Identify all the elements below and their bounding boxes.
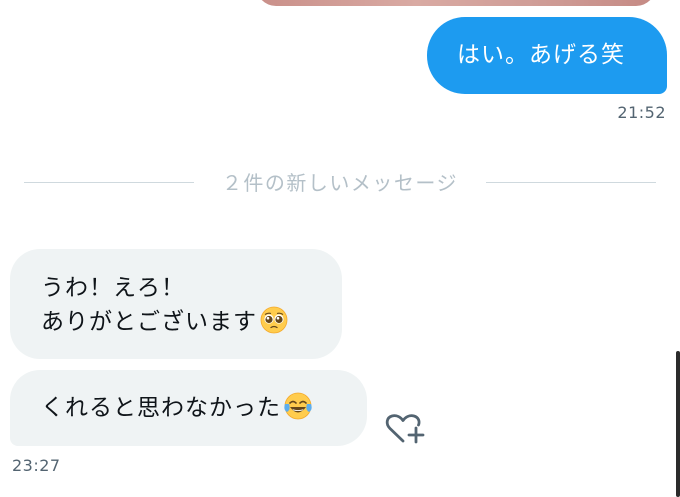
previous-media-attachment[interactable]	[256, 0, 656, 6]
heart-plus-icon[interactable]	[384, 408, 428, 446]
pleading-face-icon	[260, 306, 288, 334]
dm-conversation-view: はい。あげる笑 21:52 ２件の新しいメッセージ うわ！えろ！ ありがとござい…	[0, 0, 680, 497]
scrollbar-thumb[interactable]	[676, 351, 680, 497]
incoming-message-bubble-1[interactable]: うわ！えろ！ ありがとございます	[10, 249, 342, 359]
outgoing-message-text: はい。あげる笑	[457, 42, 625, 68]
incoming-message-2-text: くれると思わなかった	[41, 395, 281, 421]
incoming-message-1-line-2: ありがとございます	[41, 305, 342, 339]
tears-of-joy-icon	[284, 392, 312, 420]
incoming-message-1-line-1: うわ！えろ！	[41, 275, 185, 301]
new-messages-divider: ２件の新しいメッセージ	[24, 165, 656, 195]
divider-line-right	[486, 182, 656, 183]
outgoing-message-timestamp: 21:52	[617, 103, 666, 122]
incoming-message-1-line-2-text: ありがとございます	[41, 309, 257, 335]
outgoing-message-bubble[interactable]: はい。あげる笑	[427, 17, 667, 94]
incoming-message-timestamp: 23:27	[12, 456, 61, 475]
incoming-message-bubble-2[interactable]: くれると思わなかった	[10, 370, 367, 446]
